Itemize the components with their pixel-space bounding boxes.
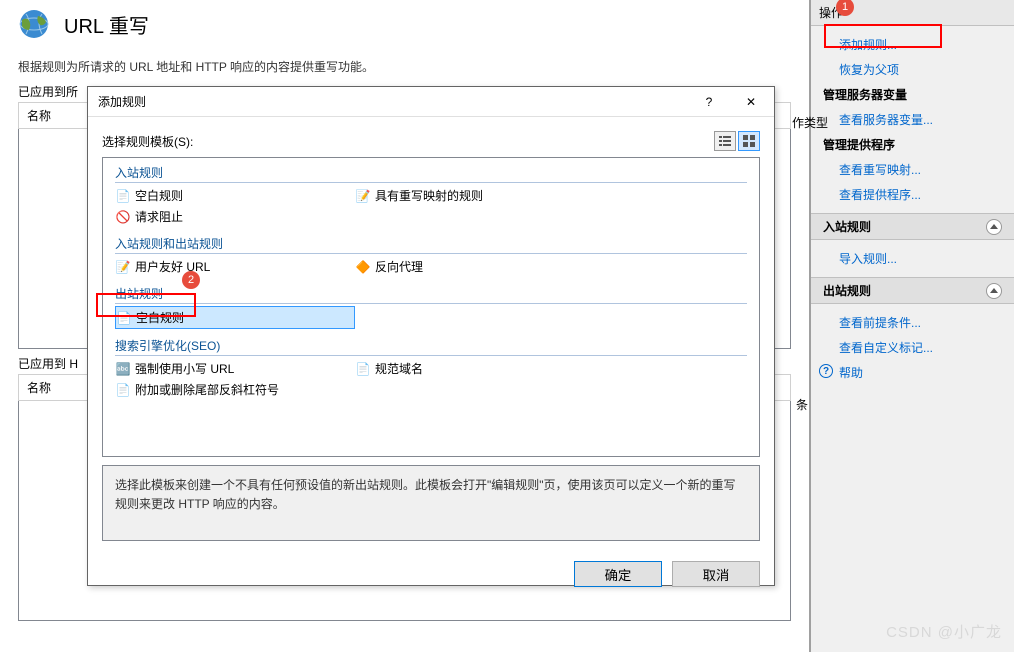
dialog-help-button[interactable]: ? [688, 88, 730, 116]
template-blank-outbound[interactable]: 📄 空白规则 [115, 306, 355, 329]
template-slash[interactable]: 📄 附加或删除尾部反斜杠符号 [115, 379, 355, 400]
slash-icon: 📄 [115, 382, 131, 398]
chevron-up-icon[interactable] [986, 283, 1002, 299]
group-seo: 搜索引擎优化(SEO) [115, 337, 747, 356]
page-header: URL 重写 [0, 0, 809, 48]
select-template-label: 选择规则模板(S): [102, 133, 193, 150]
template-friendly-url[interactable]: 📝 用户友好 URL [115, 256, 355, 277]
dialog-button-row: 确定 取消 [88, 549, 774, 599]
templates-listbox[interactable]: 入站规则 📄 空白规则 📝 具有重写映射的规则 🚫 请求阻止 入站规则和出站规则 [102, 157, 760, 457]
list1-col-name[interactable]: 名称 [27, 109, 51, 123]
template-with-map[interactable]: 📝 具有重写映射的规则 [355, 185, 595, 206]
chevron-up-icon[interactable] [986, 219, 1002, 235]
actions-manage-vars-title: 管理服务器变量 [811, 82, 1014, 107]
actions-inbound-title: 入站规则 [823, 218, 871, 235]
titlebar-buttons: ? ✕ [688, 88, 772, 116]
help-icon: ? [819, 364, 833, 378]
globe-icon [18, 8, 50, 40]
dialog-title: 添加规则 [98, 93, 146, 110]
group-both: 入站规则和出站规则 [115, 235, 747, 254]
group-inbound: 入站规则 [115, 164, 747, 183]
list-icon [718, 134, 732, 148]
proxy-icon: 🔶 [355, 259, 371, 275]
blank-rule-icon: 📄 [115, 188, 131, 204]
cancel-button[interactable]: 取消 [672, 561, 760, 587]
template-blank-inbound[interactable]: 📄 空白规则 [115, 185, 355, 206]
view-toggles [714, 131, 760, 151]
actions-group-outbound: 查看前提条件... 查看自定义标记... ? 帮助 [811, 304, 1014, 391]
add-rule-dialog: 添加规则 ? ✕ 选择规则模板(S): 入站规则 📄 空白规则 [87, 86, 775, 586]
blank-out-icon: 📄 [116, 310, 132, 326]
actions-outbound-title: 出站规则 [823, 282, 871, 299]
dialog-body: 选择规则模板(S): 入站规则 📄 空白规则 📝 具有重写映射的规则 [88, 117, 774, 549]
dialog-titlebar[interactable]: 添加规则 ? ✕ [88, 87, 774, 117]
template-block-request[interactable]: 🚫 请求阻止 [115, 206, 355, 227]
action-restore-parent[interactable]: 恢复为父项 [811, 57, 1014, 82]
map-rule-icon: 📝 [355, 188, 371, 204]
annotation-marker-2: 2 [182, 271, 200, 289]
action-view-maps[interactable]: 查看重写映射... [811, 157, 1014, 182]
action-help[interactable]: ? 帮助 [811, 360, 1014, 385]
actions-manage-providers-title: 管理提供程序 [811, 132, 1014, 157]
action-view-precond[interactable]: 查看前提条件... [811, 310, 1014, 335]
action-import-rule[interactable]: 导入规则... [811, 246, 1014, 271]
dialog-close-button[interactable]: ✕ [730, 88, 772, 116]
actions-group-inbound: 导入规则... [811, 240, 1014, 277]
list2-col-name[interactable]: 名称 [27, 381, 51, 395]
action-view-vars[interactable]: 查看服务器变量... [811, 107, 1014, 132]
template-reverse-proxy[interactable]: 🔶 反向代理 [355, 256, 595, 277]
action-view-providers[interactable]: 查看提供程序... [811, 182, 1014, 207]
group-outbound: 出站规则 [115, 285, 747, 304]
view-list-button[interactable] [714, 131, 736, 151]
template-description: 选择此模板来创建一个不具有任何预设值的新出站规则。此模板会打开"编辑规则"页，使… [102, 465, 760, 541]
list2-col-cond[interactable]: 条 [796, 396, 808, 413]
actions-outbound-section[interactable]: 出站规则 [811, 277, 1014, 304]
grid-icon [742, 134, 756, 148]
template-label-row: 选择规则模板(S): [102, 131, 760, 151]
page-title: URL 重写 [64, 10, 149, 39]
template-lowercase[interactable]: 🔤 强制使用小写 URL [115, 358, 355, 379]
lowercase-icon: 🔤 [115, 361, 131, 377]
list1-col-type[interactable]: 作类型 [792, 114, 828, 131]
action-view-tags[interactable]: 查看自定义标记... [811, 335, 1014, 360]
page-subtitle: 根据规则为所请求的 URL 地址和 HTTP 响应的内容提供重写功能。 [0, 48, 809, 81]
ok-button[interactable]: 确定 [574, 561, 662, 587]
friendly-icon: 📝 [115, 259, 131, 275]
actions-panel: 操作 添加规则... 恢复为父项 管理服务器变量 查看服务器变量... 管理提供… [810, 0, 1014, 652]
action-add-rule[interactable]: 添加规则... [811, 32, 1014, 57]
action-help-label: 帮助 [839, 366, 863, 380]
actions-inbound-section[interactable]: 入站规则 [811, 213, 1014, 240]
template-canonical[interactable]: 📄 规范域名 [355, 358, 595, 379]
block-icon: 🚫 [115, 209, 131, 225]
actions-group-main: 添加规则... 恢复为父项 管理服务器变量 查看服务器变量... 管理提供程序 … [811, 26, 1014, 213]
canonical-icon: 📄 [355, 361, 371, 377]
view-grid-button[interactable] [738, 131, 760, 151]
